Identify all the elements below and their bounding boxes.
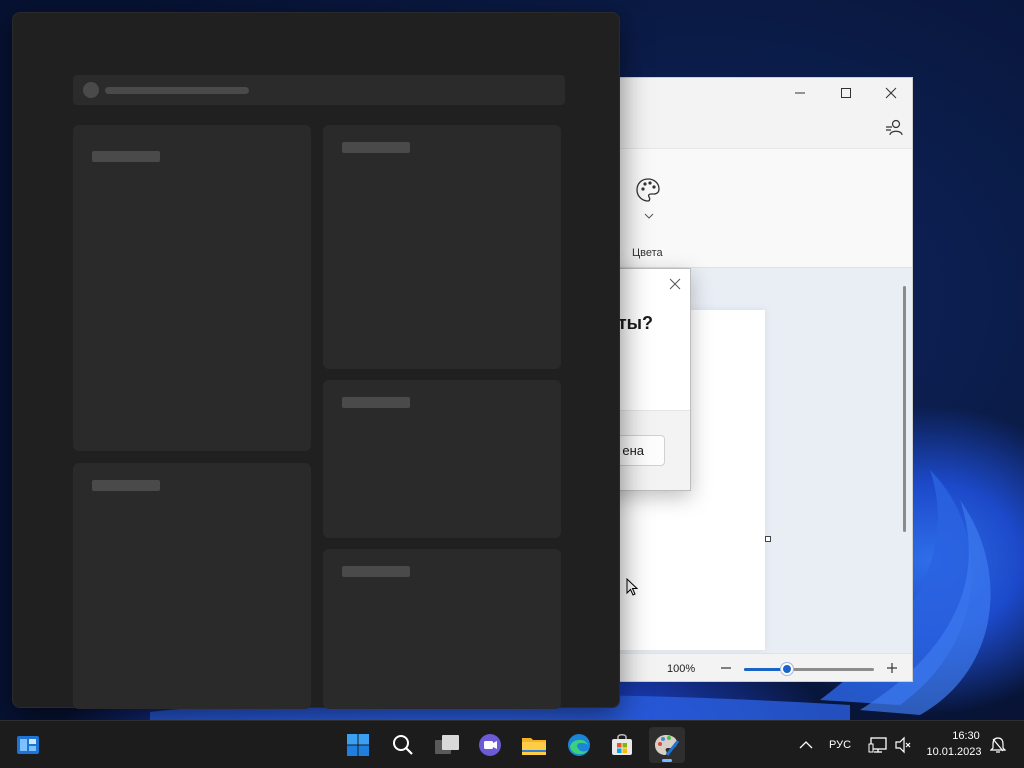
widget-card-skeleton xyxy=(323,549,561,709)
account-button[interactable] xyxy=(883,118,903,138)
chat-icon xyxy=(479,734,501,756)
task-view-icon xyxy=(435,735,459,754)
widget-card-skeleton xyxy=(73,125,311,451)
minus-icon xyxy=(721,667,731,669)
store-icon xyxy=(612,734,632,755)
widgets-button[interactable] xyxy=(10,727,46,763)
card-title-skeleton xyxy=(92,480,160,491)
plus-icon xyxy=(887,663,897,673)
zoom-in-button[interactable] xyxy=(883,659,901,677)
notifications-button[interactable] xyxy=(988,727,1008,763)
widgets-search-skeleton xyxy=(73,75,565,105)
colors-label: Цвета xyxy=(632,247,663,259)
active-app-indicator xyxy=(662,759,672,762)
palette-icon xyxy=(636,178,660,202)
edge-button[interactable] xyxy=(561,727,597,763)
volume-muted-icon xyxy=(895,736,911,754)
account-icon xyxy=(886,119,903,136)
canvas-resize-handle[interactable] xyxy=(765,536,771,542)
card-title-skeleton xyxy=(342,566,410,577)
search-button[interactable] xyxy=(385,727,421,763)
widget-card-skeleton xyxy=(73,463,311,709)
zoom-level: 100% xyxy=(667,663,696,675)
store-button[interactable] xyxy=(604,727,640,763)
zoom-slider-thumb[interactable] xyxy=(780,663,793,675)
paint-icon xyxy=(655,735,680,756)
card-title-skeleton xyxy=(342,397,410,408)
taskbar: РУС 16:30 10.01.2023 xyxy=(0,720,1024,768)
mouse-cursor-icon xyxy=(626,578,639,596)
file-explorer-icon xyxy=(522,738,546,755)
file-explorer-button[interactable] xyxy=(516,727,552,763)
colors-group[interactable]: Цвета xyxy=(625,175,673,265)
start-icon xyxy=(347,734,369,756)
clock-date[interactable]: 10.01.2023 xyxy=(922,746,986,758)
widget-card-skeleton xyxy=(323,125,561,369)
widget-card-skeleton xyxy=(323,380,561,538)
widgets-panel xyxy=(12,12,620,709)
chevron-down-icon xyxy=(644,213,654,219)
show-hidden-icons-button[interactable] xyxy=(788,727,824,763)
chevron-up-icon xyxy=(799,741,813,749)
minimize-icon xyxy=(795,92,805,94)
zoom-slider[interactable] xyxy=(744,663,874,675)
search-placeholder-icon xyxy=(83,82,99,98)
search-placeholder-bar xyxy=(105,87,249,94)
zoom-out-button[interactable] xyxy=(717,659,735,677)
maximize-icon xyxy=(841,88,851,98)
clock-time[interactable]: 16:30 xyxy=(940,730,992,742)
close-button[interactable] xyxy=(868,78,912,108)
close-icon xyxy=(669,278,681,290)
card-title-skeleton xyxy=(342,142,410,153)
notifications-icon xyxy=(990,737,1006,753)
minimize-button[interactable] xyxy=(777,78,823,108)
volume-button[interactable] xyxy=(885,727,921,763)
language-indicator[interactable]: РУС xyxy=(829,739,851,751)
widgets-icon xyxy=(17,736,39,754)
close-icon xyxy=(885,87,897,99)
card-title-skeleton xyxy=(92,151,160,162)
search-icon xyxy=(393,735,413,755)
chat-button[interactable] xyxy=(472,727,508,763)
edge-icon xyxy=(568,734,590,756)
dialog-close-button[interactable] xyxy=(666,275,684,293)
maximize-button[interactable] xyxy=(823,78,869,108)
vertical-scrollbar[interactable] xyxy=(903,286,906,532)
task-view-button[interactable] xyxy=(429,727,465,763)
paint-taskbar-button[interactable] xyxy=(649,727,685,763)
start-button[interactable] xyxy=(340,727,376,763)
